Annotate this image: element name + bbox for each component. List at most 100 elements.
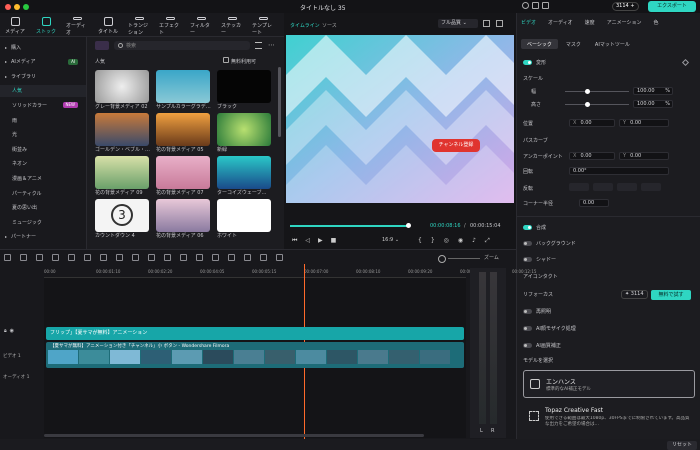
maximize-window-button[interactable]	[23, 4, 29, 10]
media-item[interactable]: 花の背景メディア 06	[156, 199, 216, 239]
ai-icon[interactable]	[196, 254, 203, 261]
gift-icon[interactable]	[532, 2, 539, 9]
media-item[interactable]: ホワイト	[217, 199, 277, 239]
quality-select[interactable]: フル品質 ⌄	[438, 19, 478, 28]
render-icon[interactable]: ◎	[444, 237, 449, 245]
cut-icon[interactable]	[68, 254, 75, 261]
snapshot-icon[interactable]	[483, 20, 490, 27]
ai-mosaic-toggle[interactable]	[523, 326, 532, 331]
expand-icon[interactable]: ⤢	[485, 237, 490, 245]
time-ruler[interactable]: 00:00 00:00:01:10 00:00:02:20 00:00:04:05 00…	[44, 268, 536, 278]
position-x-field[interactable]: X 0.00	[569, 119, 615, 127]
background-toggle[interactable]	[523, 241, 532, 246]
flip-vertical-button[interactable]	[593, 183, 613, 191]
inspector-tab[interactable]: 速度	[585, 19, 595, 28]
tab-timeline[interactable]: タイムライン	[290, 22, 320, 29]
prev-frame-icon[interactable]: ⏮	[292, 237, 297, 245]
sidebar-item[interactable]: ネオン	[0, 158, 86, 170]
media-item[interactable]: ブラック	[217, 70, 277, 110]
media-item[interactable]: 花の背景メディア 05	[156, 113, 216, 153]
ai-enhance-toggle[interactable]	[523, 343, 532, 348]
rotate-right-button[interactable]	[641, 183, 661, 191]
scrubber-handle[interactable]	[406, 223, 411, 228]
speed-icon[interactable]	[132, 254, 139, 261]
sidebar-item[interactable]: 光	[0, 129, 86, 141]
sidebar-item[interactable]: ミュージック	[0, 216, 86, 228]
height-field[interactable]: 100.00%	[633, 100, 673, 108]
toolbar-effect-button[interactable]: エフェクト	[159, 15, 181, 36]
width-slider[interactable]	[565, 89, 629, 94]
sidebar-item[interactable]: 夏の思い出	[0, 202, 86, 214]
account-icon[interactable]	[522, 2, 529, 9]
reset-button[interactable]: リセット	[667, 441, 697, 450]
redo-icon[interactable]	[36, 254, 43, 261]
record-icon[interactable]	[212, 254, 219, 261]
filter-icon[interactable]	[255, 42, 262, 49]
color-icon[interactable]	[148, 254, 155, 261]
toolbar-template-button[interactable]: テンプレート	[252, 15, 274, 36]
minimize-window-button[interactable]	[14, 4, 20, 10]
shadow-toggle[interactable]	[523, 257, 532, 262]
eye-icon[interactable]: ◉	[10, 328, 14, 334]
height-slider-handle[interactable]	[585, 102, 590, 107]
sidebar-item[interactable]: ▸ AIメディア AI	[0, 56, 86, 68]
toolbar-title-button[interactable]: タイトル	[97, 15, 119, 36]
free-trial-button[interactable]: 無料で試す	[651, 290, 691, 300]
grid-icon[interactable]	[4, 254, 11, 261]
media-item[interactable]: サンプルカラーグラデ…	[156, 70, 216, 110]
media-thumbnail[interactable]	[156, 199, 210, 232]
media-thumbnail[interactable]	[217, 113, 271, 146]
sidebar-item[interactable]: ▸ パートナー	[0, 231, 86, 243]
more-options-icon[interactable]: ⋯	[268, 41, 275, 49]
timeline-scrollbar[interactable]	[44, 434, 424, 437]
media-item[interactable]: ターコイズウェーブ…	[217, 156, 277, 196]
close-window-button[interactable]	[5, 4, 11, 10]
search-input[interactable]: 検索	[126, 42, 136, 49]
toolbar-transition-button[interactable]: トランジション	[128, 15, 150, 36]
media-item[interactable]: 花の背景メディア 09	[95, 156, 155, 196]
inspector-subtab[interactable]: AIマットツール	[589, 39, 636, 49]
anchor-y-field[interactable]: Y 0.00	[619, 152, 669, 160]
flip-horizontal-button[interactable]	[569, 183, 589, 191]
media-thumbnail[interactable]	[95, 70, 149, 103]
width-field[interactable]: 100.00%	[633, 87, 673, 95]
width-slider-handle[interactable]	[585, 89, 590, 94]
sidebar-item[interactable]: パーティクル	[0, 187, 86, 199]
media-thumbnail[interactable]	[217, 156, 271, 189]
sidebar-item[interactable]: ▸ ライブラリ	[0, 70, 86, 82]
media-thumbnail[interactable]	[156, 156, 210, 189]
fullscreen-icon[interactable]	[496, 20, 503, 27]
media-thumbnail[interactable]	[95, 113, 149, 146]
composite-toggle[interactable]	[523, 225, 532, 230]
export-button[interactable]: エクスポート	[648, 1, 696, 12]
media-thumbnail[interactable]	[156, 113, 210, 146]
media-thumbnail[interactable]	[217, 70, 271, 103]
snap-icon[interactable]	[244, 254, 251, 261]
mask-icon[interactable]	[164, 254, 171, 261]
free-only-checkbox[interactable]	[223, 57, 229, 63]
media-item[interactable]: 3 カウントダウン 4	[95, 199, 155, 239]
mic-icon[interactable]	[276, 254, 283, 261]
video-canvas[interactable]: チャンネル登録	[286, 35, 514, 203]
inspector-tab[interactable]: オーディオ	[548, 19, 573, 28]
rotate-left-button[interactable]	[617, 183, 637, 191]
title-clip[interactable]: フリップ」【夏サマが無料】アニメーション	[46, 327, 464, 340]
sidebar-item[interactable]: ▸ 購入	[0, 41, 86, 53]
inspector-tab[interactable]: アニメーション	[607, 19, 642, 28]
media-scrollbar[interactable]	[278, 67, 281, 137]
audio-icon[interactable]	[180, 254, 187, 261]
sidebar-item[interactable]: 人気	[0, 84, 86, 97]
step-back-icon[interactable]: ◁	[305, 237, 310, 245]
model-enhance-card[interactable]: エンハンス 標準的なAI補正モデル	[523, 370, 695, 398]
video-clip[interactable]: 【夏サマが無料】アニメーション付き「チャンネル」小 ボタン - Wondersh…	[46, 342, 464, 368]
toolbar-music-button[interactable]: オーディオ	[66, 15, 88, 36]
position-y-field[interactable]: Y 0.00	[619, 119, 669, 127]
model-topaz-card[interactable]: Topaz Creative Fast 使用できる範囲は最大1080p、30FP…	[523, 403, 695, 431]
sidebar-item[interactable]: 漫画＆アニメ	[0, 172, 86, 184]
inspector-subtab[interactable]: ベーシック	[521, 39, 558, 49]
media-item[interactable]: 新緑	[217, 113, 277, 153]
rotate-field[interactable]: 0.00°	[569, 167, 669, 175]
cloud-icon[interactable]	[542, 2, 549, 9]
inspector-tab[interactable]: 色	[654, 19, 659, 28]
toolbar-sticker-button[interactable]: ステッカー	[221, 15, 243, 36]
